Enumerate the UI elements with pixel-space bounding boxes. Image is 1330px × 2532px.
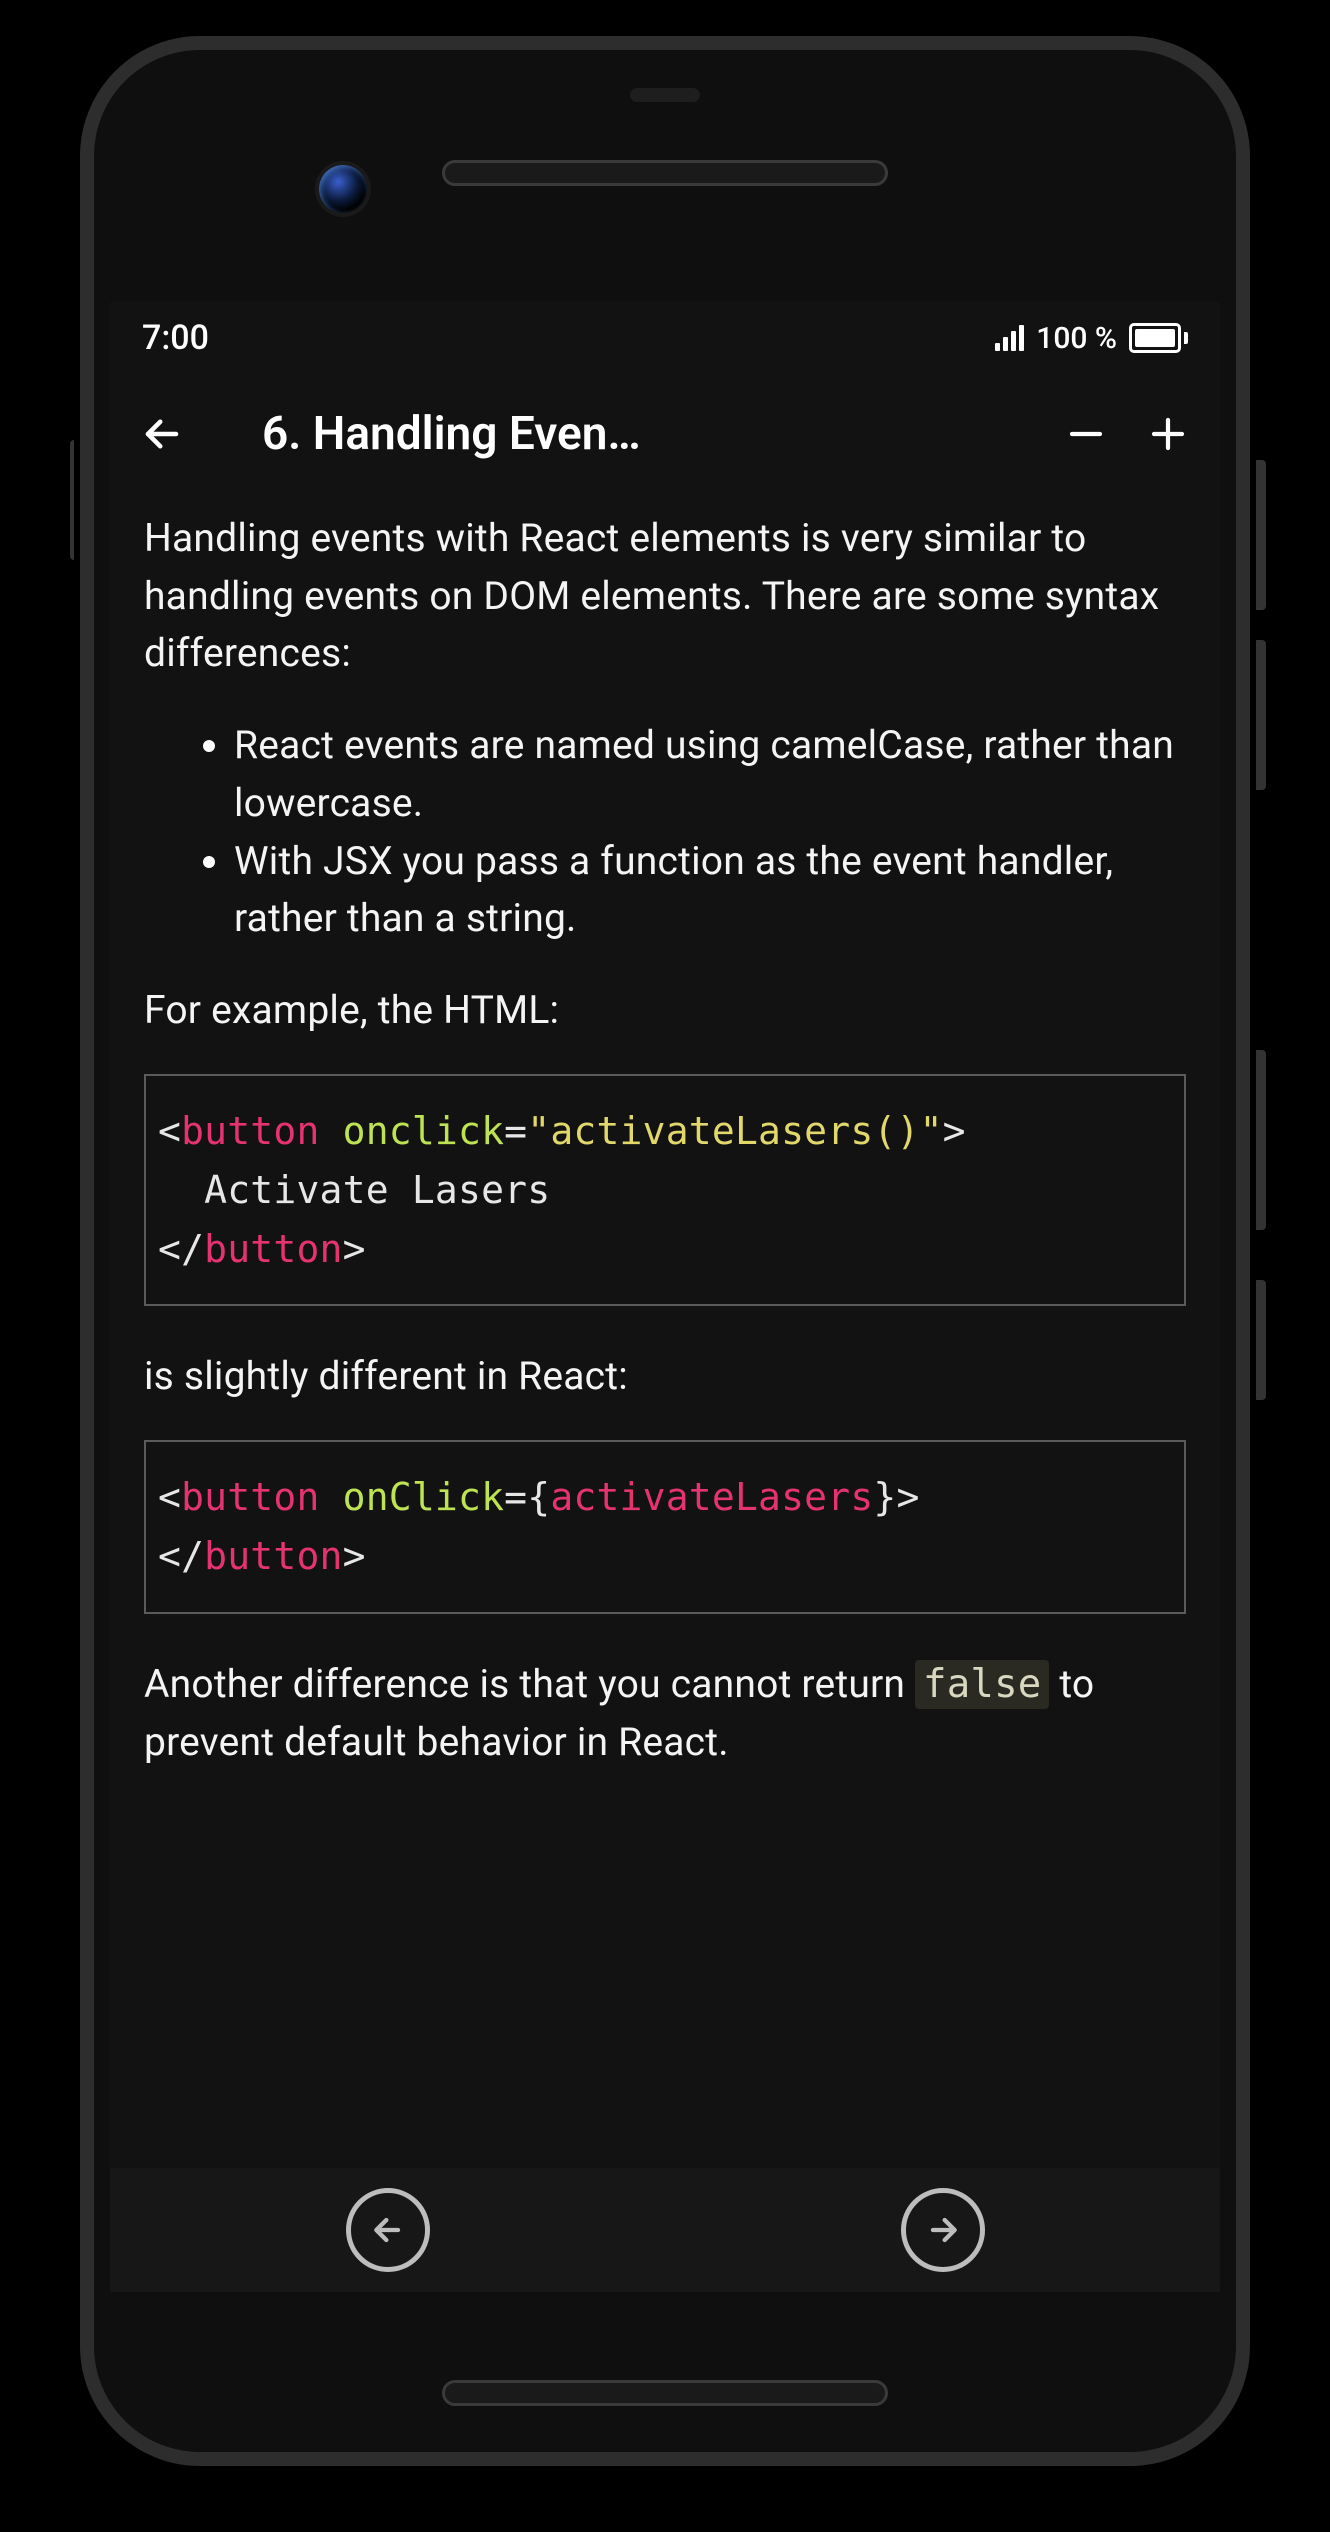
clock-label: 7:00 xyxy=(142,318,209,358)
code-block-html: <button onclick="activateLasers()"> Acti… xyxy=(144,1074,1186,1307)
font-decrease-button[interactable] xyxy=(1056,404,1116,464)
phone-frame: 7:00 100 % 6. Handling Even… xyxy=(80,36,1250,2466)
screen: 7:00 100 % 6. Handling Even… xyxy=(110,302,1220,2292)
plus-icon xyxy=(1147,413,1189,455)
next-button[interactable] xyxy=(901,2188,985,2272)
signal-icon xyxy=(995,325,1024,351)
battery-icon xyxy=(1129,323,1188,353)
prev-button[interactable] xyxy=(346,2188,430,2272)
font-increase-button[interactable] xyxy=(1138,404,1198,464)
arrow-right-circle-icon xyxy=(923,2210,963,2250)
intro-paragraph: Handling events with React elements is v… xyxy=(144,510,1186,683)
article-content[interactable]: Handling events with React elements is v… xyxy=(110,494,1220,2184)
battery-label: 100 % xyxy=(1036,321,1117,356)
bottom-nav xyxy=(110,2168,1220,2292)
home-indicator xyxy=(442,2380,888,2406)
status-bar: 7:00 100 % xyxy=(110,302,1220,374)
back-button[interactable] xyxy=(132,404,192,464)
speaker-slot xyxy=(442,160,888,186)
code-block-react: <button onClick={activateLasers}> </butt… xyxy=(144,1440,1186,1614)
mid-paragraph: is slightly different in React: xyxy=(144,1348,1186,1406)
app-header: 6. Handling Even… xyxy=(110,374,1220,494)
bullet-list: React events are named using camelCase, … xyxy=(144,717,1186,948)
example-lead: For example, the HTML: xyxy=(144,982,1186,1040)
notch-dot xyxy=(630,88,700,102)
front-camera xyxy=(319,165,367,213)
list-item: React events are named using camelCase, … xyxy=(234,717,1186,832)
inline-code: false xyxy=(915,1660,1049,1709)
arrow-left-circle-icon xyxy=(368,2210,408,2250)
arrow-left-icon xyxy=(141,413,183,455)
minus-icon xyxy=(1065,413,1107,455)
outro-paragraph: Another difference is that you cannot re… xyxy=(144,1656,1186,1771)
page-title: 6. Handling Even… xyxy=(214,407,1034,461)
list-item: With JSX you pass a function as the even… xyxy=(234,833,1186,948)
